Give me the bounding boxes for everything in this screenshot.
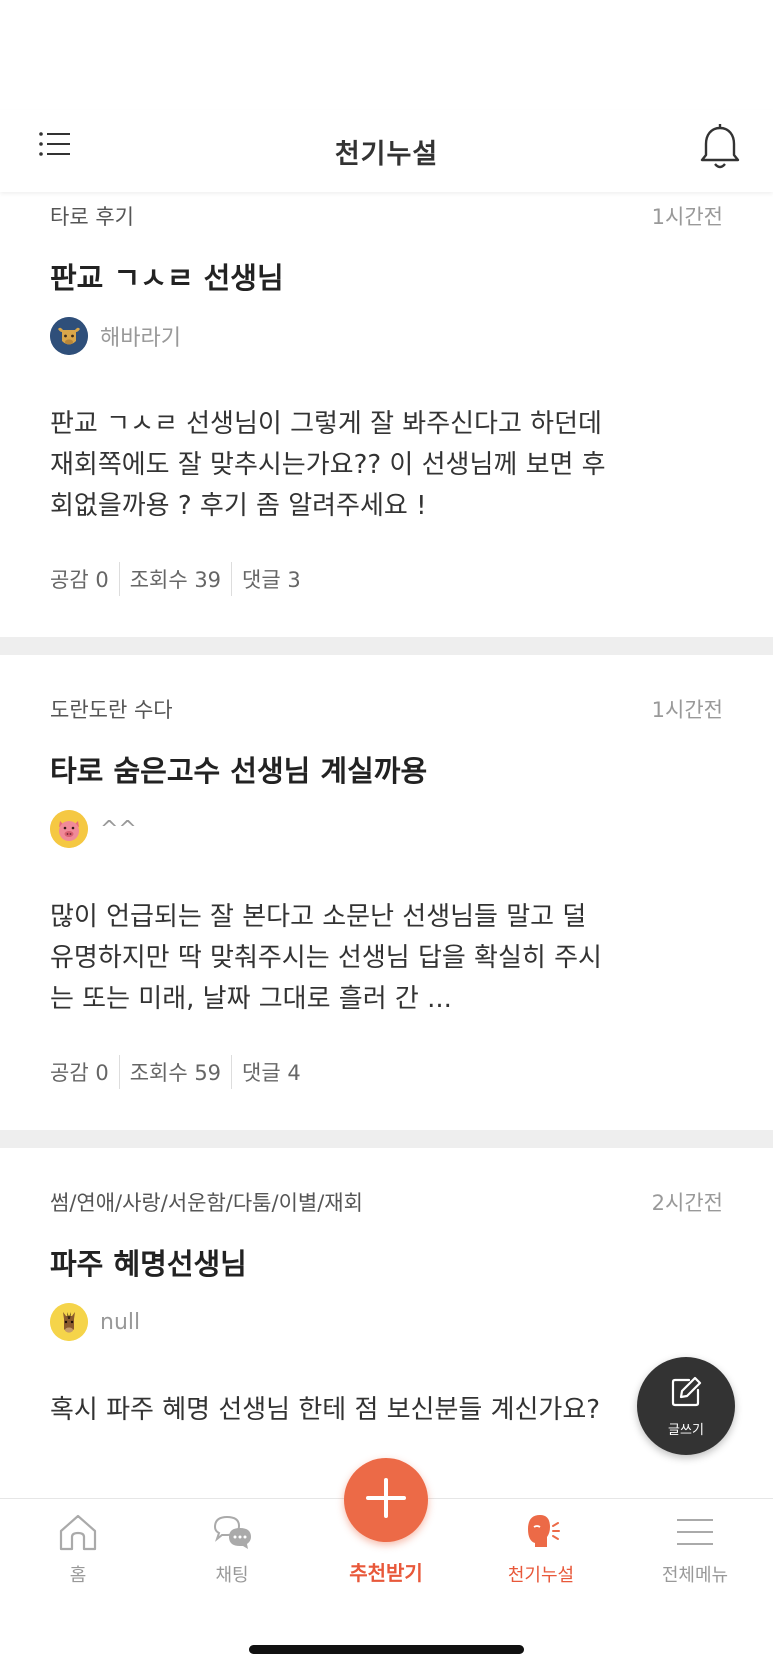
ox-avatar-icon[interactable]	[50, 317, 88, 355]
post-category[interactable]: 도란도란 수다	[50, 694, 173, 724]
write-post-label: 글쓰기	[668, 1422, 704, 1438]
post-card[interactable]: 도란도란 수다 1시간전 타로 숨은고수 선생님 계실까용 ^^ 많이 언급되는…	[0, 655, 773, 1130]
tab-menu[interactable]: 전체메뉴	[635, 1509, 755, 1589]
home-icon	[57, 1509, 99, 1555]
post-title[interactable]: 타로 숨은고수 선생님 계실까용	[50, 751, 723, 791]
post-time: 1시간전	[651, 205, 723, 229]
page-title: 천기누설	[334, 138, 439, 170]
tab-home-label: 홈	[69, 1565, 87, 1586]
tab-secret[interactable]: 천기누설	[481, 1509, 601, 1589]
post-category[interactable]: 타로 후기	[50, 201, 134, 231]
pig-avatar-icon[interactable]	[50, 810, 88, 848]
post-body[interactable]: 많이 언급되는 잘 본다고 소문난 선생님들 말고 덜 유명하지만 딱 맞춰주시…	[50, 897, 610, 1020]
post-title[interactable]: 판교 ㄱㅅㄹ 선생님	[50, 258, 723, 298]
whisper-face-icon	[520, 1509, 562, 1555]
author-name[interactable]: 해바라기	[100, 320, 181, 352]
tab-chat-label: 채팅	[215, 1565, 249, 1586]
hamburger-menu-icon[interactable]	[38, 128, 78, 168]
comment-count: 댓글 4	[242, 1061, 301, 1085]
chat-icon	[211, 1509, 253, 1555]
edit-icon	[669, 1375, 703, 1413]
write-post-button[interactable]: 글쓰기	[637, 1357, 735, 1455]
post-stats: 공감 0 조회수 59 댓글 4	[50, 1054, 723, 1090]
recommend-plus-button[interactable]	[344, 1458, 428, 1542]
tab-recommend-label: 추천받기	[349, 1561, 423, 1585]
bell-icon[interactable]	[697, 122, 743, 174]
home-indicator	[249, 1645, 524, 1654]
post-body[interactable]: 판교 ㄱㅅㄹ 선생님이 그렇게 잘 봐주신다고 하던데 재회쪽에도 잘 맞추시는…	[50, 404, 610, 527]
post-card[interactable]: 타로 후기 1시간전 판교 ㄱㅅㄹ 선생님 해바라기 판교 ㄱㅅㄹ 선생님이 그…	[0, 192, 773, 637]
post-divider	[0, 637, 773, 655]
like-count: 공감 0	[50, 568, 109, 592]
tab-secret-label: 천기누설	[507, 1565, 575, 1586]
post-divider	[0, 1130, 773, 1148]
stat-divider	[118, 1055, 120, 1089]
plus-icon	[364, 1476, 408, 1524]
author-name[interactable]: ^^	[100, 817, 137, 842]
post-body[interactable]: 혹시 파주 혜명 선생님 한테 점 보신분들 계신가요?	[50, 1390, 610, 1431]
post-time: 2시간전	[651, 1191, 723, 1215]
view-count: 조회수 59	[129, 1061, 222, 1085]
post-title[interactable]: 파주 혜명선생님	[50, 1244, 723, 1284]
post-feed: 타로 후기 1시간전 판교 ㄱㅅㄹ 선생님 해바라기 판교 ㄱㅅㄹ 선생님이 그…	[0, 192, 773, 1431]
menu-lines-icon	[674, 1509, 716, 1555]
status-bar-area	[0, 0, 773, 110]
post-category[interactable]: 썸/연애/사랑/서운함/다툼/이별/재회	[50, 1187, 363, 1217]
post-stats: 공감 0 조회수 39 댓글 3	[50, 561, 723, 597]
comment-count: 댓글 3	[242, 568, 301, 592]
horse-avatar-icon[interactable]	[50, 1303, 88, 1341]
tab-recommend[interactable]: 추천받기	[326, 1551, 446, 1591]
stat-divider	[231, 562, 233, 596]
tab-home[interactable]: 홈	[18, 1509, 138, 1589]
post-time: 1시간전	[651, 698, 723, 722]
author-name[interactable]: null	[100, 1310, 140, 1335]
tab-menu-label: 전체메뉴	[661, 1565, 729, 1586]
view-count: 조회수 39	[129, 568, 222, 592]
app-header: 천기누설	[0, 110, 773, 192]
stat-divider	[231, 1055, 233, 1089]
stat-divider	[118, 562, 120, 596]
tab-chat[interactable]: 채팅	[172, 1509, 292, 1589]
like-count: 공감 0	[50, 1061, 109, 1085]
